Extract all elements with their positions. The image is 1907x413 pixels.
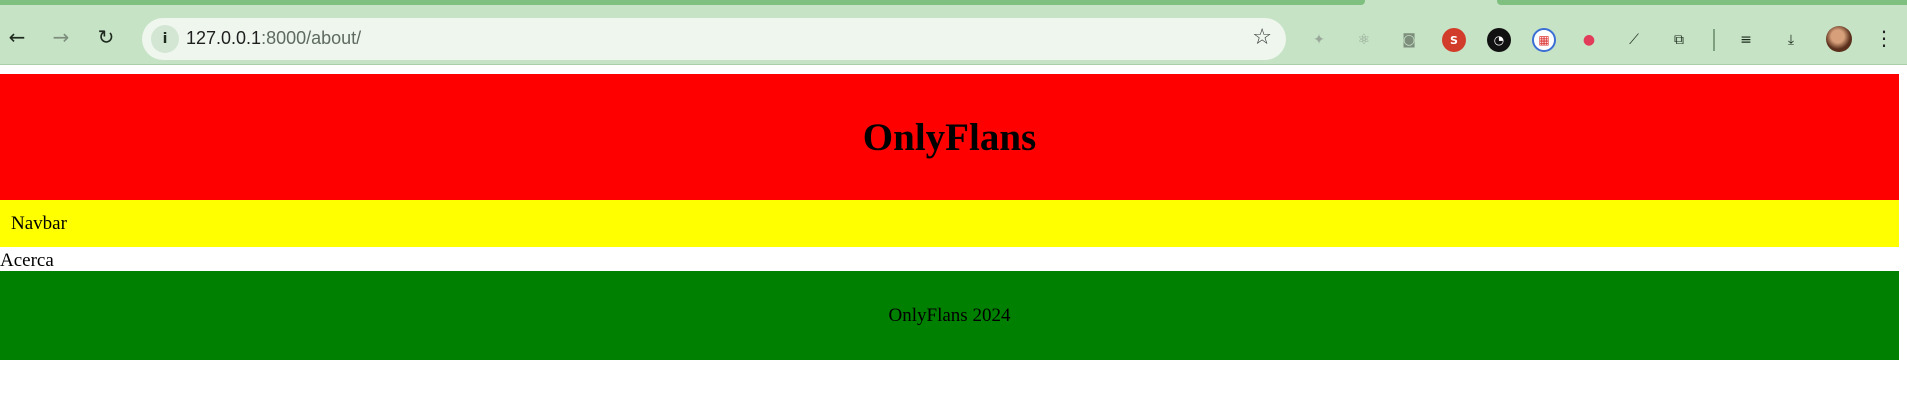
eyedropper-icon[interactable]: ⟋ [1622,28,1646,52]
address-bar[interactable]: i 127.0.0.1:8000/about/ ☆ [142,18,1286,60]
toolbar-divider [1713,29,1715,51]
page-header: OnlyFlans [0,74,1899,200]
back-icon[interactable]: ← [2,22,32,52]
content-text: Acerca [0,250,54,271]
download-icon[interactable]: ⤓ [1779,28,1803,52]
navbar: Navbar [0,200,1899,247]
url-text[interactable]: 127.0.0.1:8000/about/ [186,28,361,49]
camera-icon[interactable]: ◙ [1397,28,1421,52]
reading-list-icon[interactable]: ≡ [1734,28,1758,52]
info-icon[interactable]: i [151,25,179,53]
seo-icon[interactable]: S [1442,28,1466,52]
dark-circle-icon[interactable]: ◔ [1487,28,1511,52]
page-title: OnlyFlans [862,115,1037,159]
navbar-label: Navbar [11,213,67,234]
browser-toolbar: ← → ↻ i 127.0.0.1:8000/about/ ☆ ✦ ⚛ ◙ S … [0,5,1907,65]
forward-icon[interactable]: → [46,22,76,52]
bookmark-star-icon[interactable]: ☆ [1252,25,1272,50]
url-host: 127.0.0.1 [186,28,262,48]
reload-icon[interactable]: ↻ [91,22,121,52]
grid-icon[interactable]: ▦ [1532,28,1556,52]
react-icon[interactable]: ⚛ [1352,28,1376,52]
page-footer: OnlyFlans 2024 [0,271,1899,360]
strawberry-icon[interactable]: ● [1577,28,1601,52]
sparkle-icon[interactable]: ✦ [1307,28,1331,52]
footer-text: OnlyFlans 2024 [888,304,1011,326]
more-menu-icon[interactable]: ⋮ [1874,26,1894,50]
avatar[interactable] [1826,26,1852,52]
puzzle-icon[interactable]: ⧉ [1667,28,1691,52]
url-path: :8000/about/ [261,28,362,48]
